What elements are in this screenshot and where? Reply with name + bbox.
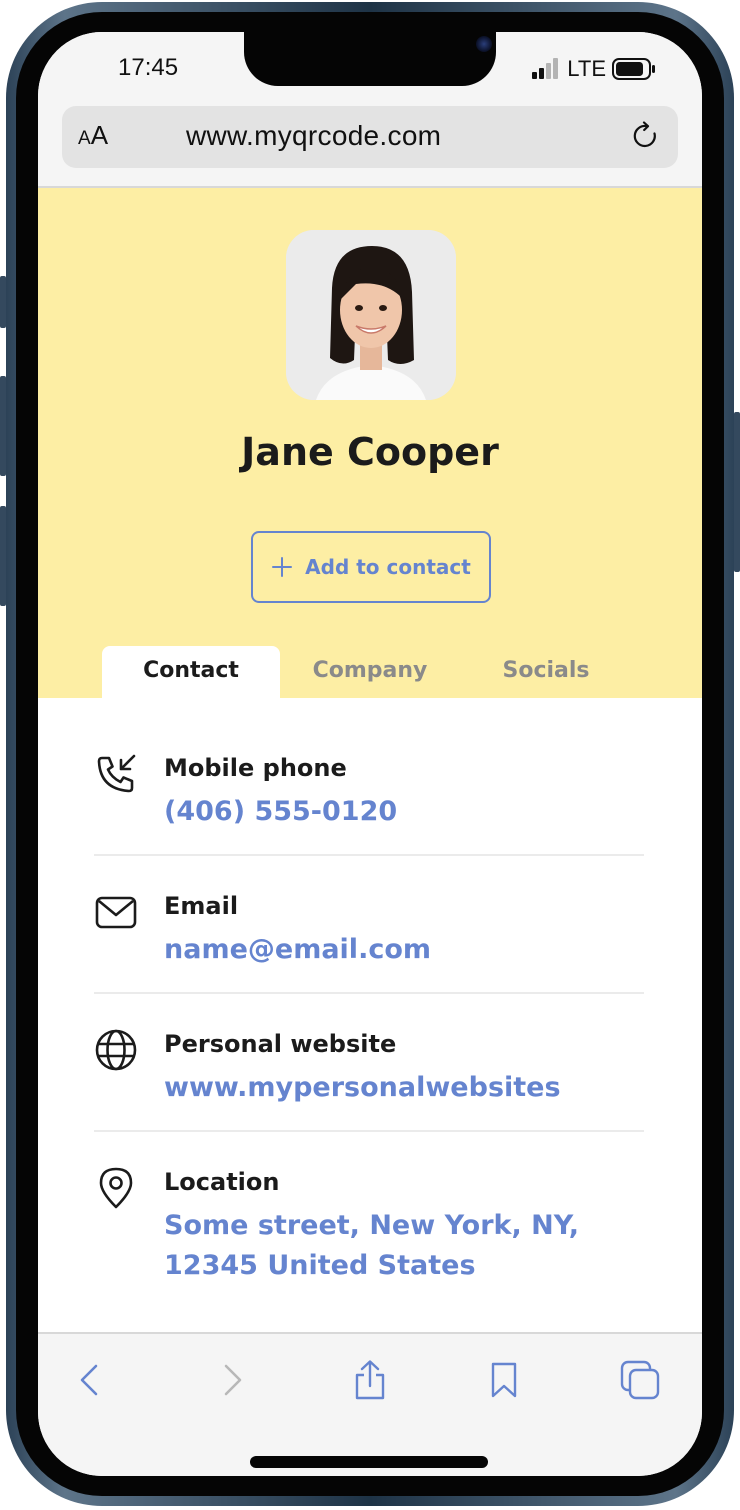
back-chevron-icon[interactable] (70, 1360, 110, 1400)
notch (244, 32, 496, 86)
email-value[interactable]: name@email.com (164, 930, 634, 970)
contact-list: Mobile phone (406) 555-0120 Email name@e… (94, 698, 644, 1322)
power-button (734, 412, 740, 572)
tab-contact[interactable]: Contact (102, 646, 280, 698)
forward-chevron-icon[interactable] (212, 1360, 252, 1400)
contact-row-location[interactable]: Location Some street, New York, NY, 1234… (94, 1132, 644, 1322)
profile-name: Jane Cooper (241, 430, 499, 474)
location-value-line1[interactable]: Some street, New York, NY, (164, 1206, 634, 1246)
front-camera (476, 36, 492, 52)
status-time: 17:45 (118, 54, 179, 81)
contact-row-website[interactable]: Personal website www.mypersonalwebsites (94, 994, 644, 1132)
mail-icon (95, 896, 137, 929)
phone-incoming-icon (97, 754, 136, 793)
browser-toolbar (38, 1332, 702, 1476)
location-pin-icon (99, 1167, 133, 1209)
text-size-button[interactable]: AA (78, 120, 108, 151)
status-indicators: LTE (531, 56, 656, 82)
avatar (286, 230, 456, 400)
profile-tabs: Contact Company Socials (102, 646, 642, 698)
contact-row-phone[interactable]: Mobile phone (406) 555-0120 (94, 698, 644, 856)
url-field[interactable]: AA www.myqrcode.com (62, 106, 678, 168)
add-to-contact-button[interactable]: Add to contact (251, 531, 491, 603)
home-indicator (250, 1456, 488, 1468)
signal-bars-icon (532, 58, 559, 79)
volume-up-button (0, 376, 6, 476)
mute-switch (0, 276, 6, 328)
status-bar: 17:45 LTE (38, 32, 702, 106)
website-value[interactable]: www.mypersonalwebsites (164, 1068, 634, 1108)
browser-address-bar: AA www.myqrcode.com (38, 106, 702, 188)
website-title: Personal website (164, 1030, 397, 1058)
battery-icon (612, 58, 655, 80)
network-type: LTE (567, 56, 606, 81)
phone-title: Mobile phone (164, 754, 347, 782)
tab-company[interactable]: Company (281, 646, 459, 698)
plus-icon (272, 557, 293, 577)
tabs-icon[interactable] (620, 1360, 660, 1400)
phone-screen: 17:45 LTE AA www.myqrcode.com Jane Coope… (38, 32, 702, 1476)
add-to-contact-label: Add to contact (305, 555, 471, 579)
email-title: Email (164, 892, 239, 920)
profile-hero: Jane Cooper Add to contact Contact Compa… (38, 188, 702, 698)
location-value-line2[interactable]: 12345 United States (164, 1246, 634, 1286)
reload-icon[interactable] (630, 120, 662, 152)
profile-photo (286, 230, 456, 400)
phone-value[interactable]: (406) 555-0120 (164, 792, 634, 832)
contact-row-email[interactable]: Email name@email.com (94, 856, 644, 994)
share-icon[interactable] (350, 1360, 390, 1400)
tab-socials[interactable]: Socials (457, 646, 635, 698)
bookmark-icon[interactable] (484, 1360, 524, 1400)
volume-down-button (0, 506, 6, 606)
globe-icon (95, 1029, 137, 1071)
url-text: www.myqrcode.com (186, 120, 442, 151)
location-title: Location (164, 1168, 280, 1196)
